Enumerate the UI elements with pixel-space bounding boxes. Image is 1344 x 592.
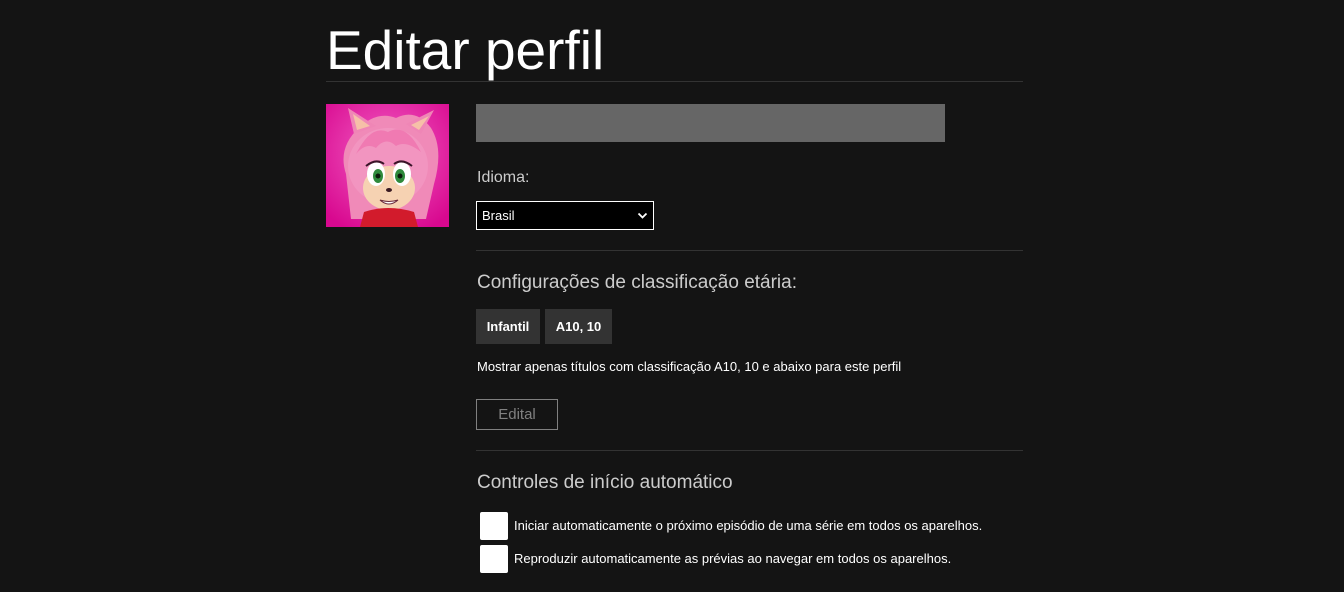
title-divider — [326, 81, 1023, 82]
edit-maturity-button[interactable]: Edital — [476, 399, 558, 430]
autoplay-previews-label: Reproduzir automaticamente as prévias ao… — [514, 551, 952, 566]
language-select[interactable]: Brasil — [476, 201, 654, 230]
maturity-pill-infantil: Infantil — [476, 309, 540, 344]
autoplay-next-episode-label: Iniciar automaticamente o próximo episód… — [514, 518, 983, 533]
language-label: Idioma: — [477, 169, 530, 186]
profile-name-input[interactable] — [476, 104, 945, 142]
autoplay-next-episode-checkbox[interactable] — [480, 512, 508, 540]
section-divider — [476, 250, 1023, 251]
maturity-description: Mostrar apenas títulos com classificação… — [477, 359, 902, 374]
maturity-pill-rating: A10, 10 — [545, 309, 612, 344]
chevron-down-icon — [637, 212, 648, 219]
profile-avatar[interactable] — [326, 104, 449, 227]
autoplay-section-title: Controles de início automático — [477, 472, 733, 493]
autoplay-previews-checkbox[interactable] — [480, 545, 508, 573]
page-title: Editar perfil — [326, 19, 605, 81]
section-divider — [476, 450, 1023, 451]
amy-rose-avatar-icon — [326, 104, 449, 227]
maturity-section-title: Configurações de classificação etária: — [477, 272, 798, 293]
language-select-value: Brasil — [482, 208, 515, 223]
